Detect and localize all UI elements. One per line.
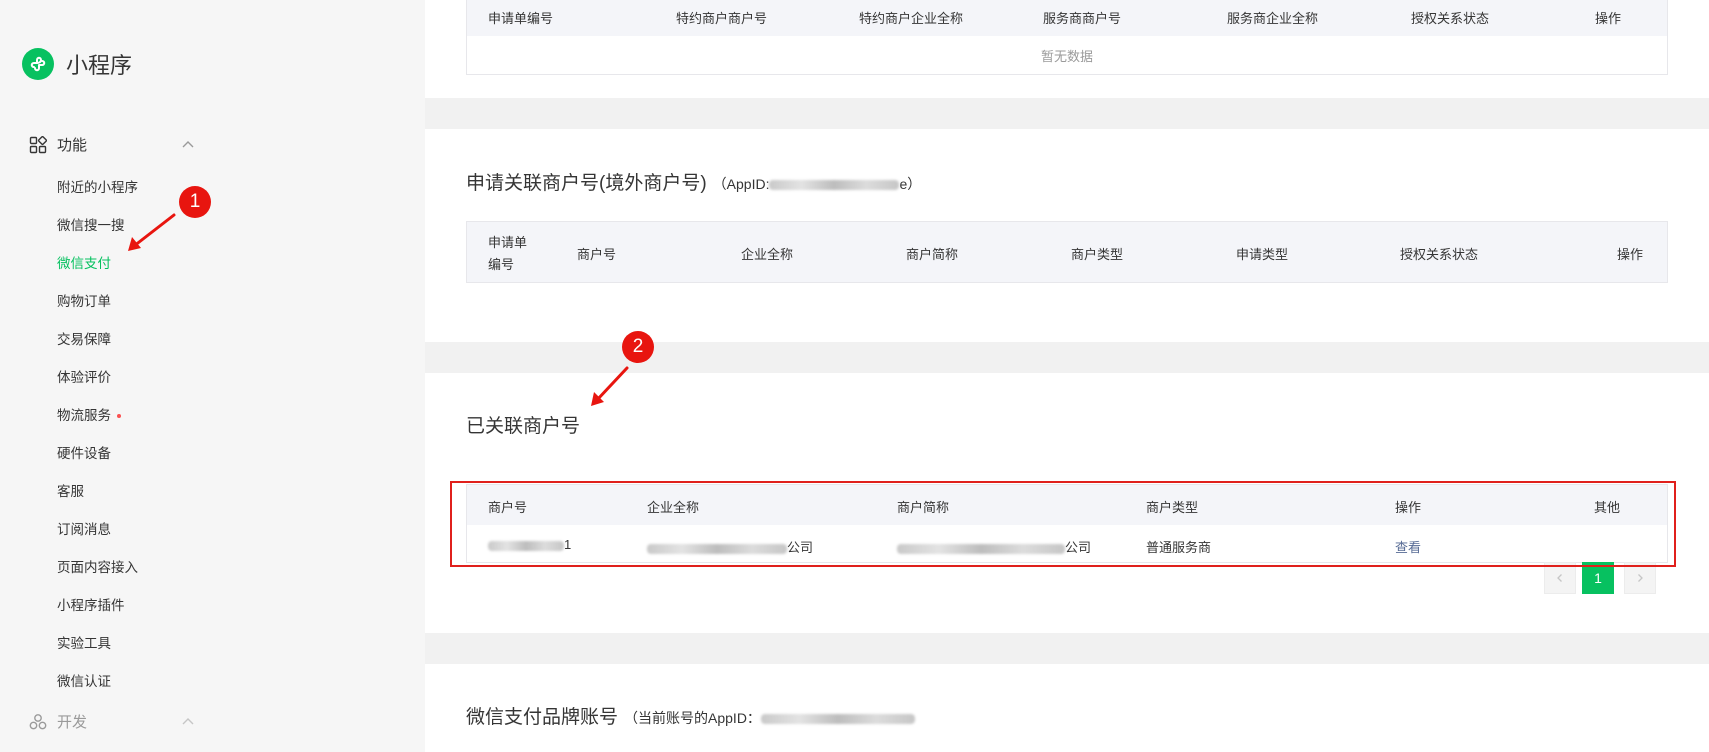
col-application-no-line1: 申请单 — [488, 235, 528, 250]
redacted-appid — [760, 714, 915, 725]
col-merchant-no: 商户号 — [577, 247, 617, 262]
sidebar-item-plugins[interactable]: 小程序插件 — [57, 594, 125, 614]
sidebar-item-customer-service[interactable]: 客服 — [57, 480, 84, 500]
sidebar-item-wechat-pay[interactable]: 微信支付 — [57, 252, 111, 272]
col-sub-merchant-name: 特约商户企业全称 — [859, 11, 964, 26]
section-features[interactable]: 功能 — [29, 134, 195, 155]
annotation-arrow-icon — [128, 213, 176, 251]
col-sub-merchant-no: 特约商户商户号 — [676, 11, 768, 26]
col-provider-no: 服务商商户号 — [1043, 11, 1122, 26]
overseas-merchant-table: 申请单编号 商户号 企业全称 商户简称 商户类型 申请类型 授权关系状态 操作 — [466, 221, 1668, 283]
table-header: 申请单编号 特约商户商户号 特约商户企业全称 服务商商户号 服务商企业全称 授权… — [467, 0, 1667, 36]
overseas-title: 申请关联商户号(境外商户号) — [466, 173, 707, 194]
col-application-no: 申请单编号 — [488, 232, 527, 276]
annotation-badge-1: 1 — [179, 186, 211, 218]
col-auth-status: 授权关系状态 — [1411, 11, 1490, 26]
grid-icon — [29, 135, 47, 153]
appid-label: （AppID: e） — [713, 176, 922, 192]
section-develop[interactable]: 开发 — [29, 711, 195, 732]
chevron-right-icon — [1638, 574, 1643, 582]
col-merchant-type: 商户类型 — [1071, 247, 1124, 262]
app-logo[interactable]: 小程序 — [22, 48, 132, 80]
sidebar-item-orders[interactable]: 购物订单 — [57, 290, 111, 310]
develop-icon — [29, 713, 47, 729]
special-merchant-table: 申请单编号 特约商户商户号 特约商户企业全称 服务商商户号 服务商企业全称 授权… — [466, 0, 1668, 75]
brand-appid: （当前账号的AppID： — [624, 710, 915, 726]
sidebar-item-lab-tools[interactable]: 实验工具 — [57, 632, 111, 652]
annotation-badge-2: 2 — [622, 331, 654, 363]
col-application-no: 申请单编号 — [488, 11, 554, 26]
col-action: 操作 — [1617, 247, 1644, 262]
app-title: 小程序 — [66, 53, 133, 78]
section-develop-label: 开发 — [57, 714, 88, 731]
sidebar-item-experience-review[interactable]: 体验评价 — [57, 366, 111, 386]
chevron-up-icon[interactable] — [181, 138, 195, 152]
card-title: 微信支付品牌账号 （当前账号的AppID： — [466, 702, 915, 729]
linked-title: 已关联商户号 — [466, 416, 581, 437]
card-special-merchant: 申请单编号 特约商户商户号 特约商户企业全称 服务商商户号 服务商企业全称 授权… — [425, 0, 1709, 98]
col-company-name: 企业全称 — [741, 247, 794, 262]
chevron-up-icon[interactable] — [181, 715, 195, 729]
sidebar-item-subscribe-message[interactable]: 订阅消息 — [57, 518, 111, 538]
brand-appid-prefix: （当前账号的AppID： — [624, 710, 761, 726]
chevron-left-icon — [1557, 574, 1562, 582]
sidebar: 小程序 功能 附近的小程序 微信搜一搜 微信支付 购物订单 交易保障 体验评价 … — [0, 0, 425, 752]
sidebar-item-wechat-search[interactable]: 微信搜一搜 — [57, 214, 125, 234]
section-features-label: 功能 — [57, 137, 88, 154]
sidebar-item-hardware[interactable]: 硬件设备 — [57, 442, 111, 462]
card-title: 申请关联商户号(境外商户号) （AppID: e） — [466, 168, 921, 195]
col-apply-type: 申请类型 — [1236, 247, 1289, 262]
col-action: 操作 — [1595, 11, 1622, 26]
card-overseas-merchant: 申请关联商户号(境外商户号) （AppID: e） 申请单编号 商户号 企业全称 商… — [425, 129, 1709, 342]
notification-dot — [117, 414, 121, 419]
annotation-arrow-icon — [591, 366, 629, 406]
empty-state: 暂无数据 — [1040, 49, 1093, 64]
sidebar-item-wechat-verify[interactable]: 微信认证 — [57, 670, 111, 690]
redacted-appid — [769, 180, 900, 191]
table-header: 申请单编号 商户号 企业全称 商户简称 商户类型 申请类型 授权关系状态 操作 — [467, 222, 1667, 282]
highlight-box — [450, 481, 1676, 567]
sidebar-item-page-content[interactable]: 页面内容接入 — [57, 556, 138, 576]
col-application-no-line2: 编号 — [488, 257, 515, 272]
sidebar-item-logistics-label: 物流服务 — [57, 408, 111, 423]
col-auth-status: 授权关系状态 — [1400, 247, 1479, 262]
sidebar-item-logistics[interactable]: 物流服务 — [57, 404, 121, 424]
sidebar-item-trade-guarantee[interactable]: 交易保障 — [57, 328, 111, 348]
sidebar-item-nearby[interactable]: 附近的小程序 — [57, 176, 138, 196]
appid-suffix: e） — [899, 176, 922, 192]
brand-title: 微信支付品牌账号 — [466, 707, 619, 728]
col-short-name: 商户简称 — [906, 247, 959, 262]
miniprogram-logo-icon — [22, 48, 54, 80]
card-brand-account: 微信支付品牌账号 （当前账号的AppID： — [425, 664, 1709, 752]
col-provider-name: 服务商企业全称 — [1227, 11, 1319, 26]
appid-prefix: （AppID: — [712, 176, 770, 192]
